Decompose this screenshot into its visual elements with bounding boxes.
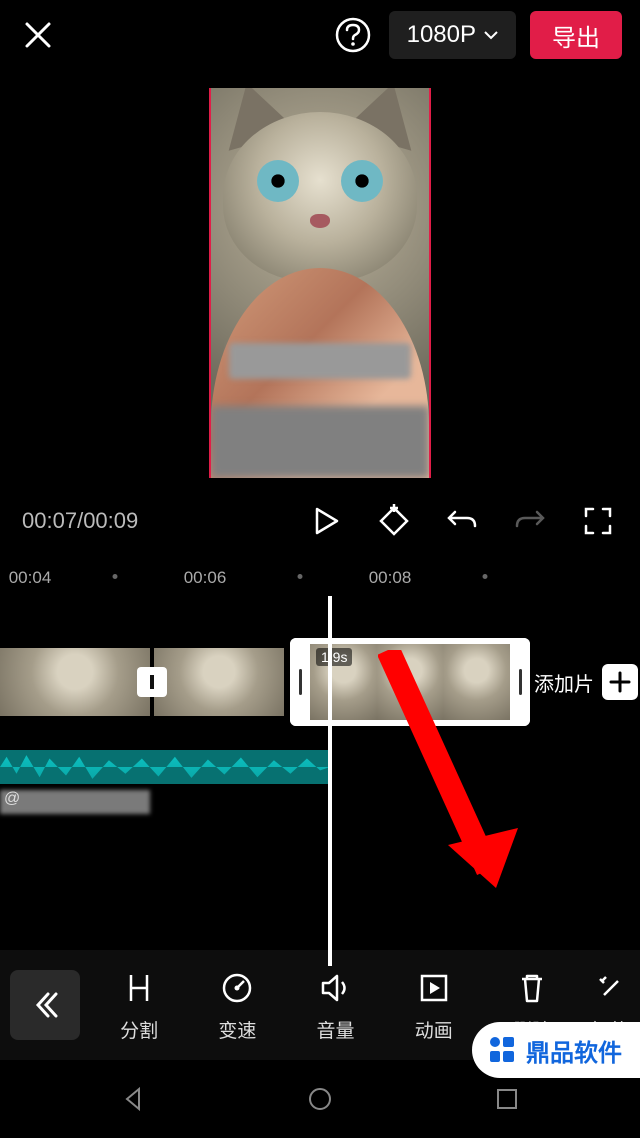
tool-animation[interactable]: 动画 (385, 968, 483, 1043)
keyframe-button[interactable] (374, 501, 414, 541)
volume-icon (316, 968, 356, 1008)
add-segment-label: 添加片 (534, 668, 594, 697)
playhead[interactable] (328, 596, 332, 966)
smart-icon (591, 968, 631, 1008)
trim-handle-left[interactable] (290, 638, 310, 726)
close-button[interactable] (18, 15, 58, 55)
fullscreen-button[interactable] (578, 501, 618, 541)
tool-split[interactable]: 分割 (90, 968, 188, 1043)
video-clip[interactable] (0, 648, 150, 716)
audio-credit: @ (4, 790, 20, 808)
speed-icon (217, 968, 257, 1008)
selected-clip[interactable]: 1.9s (290, 638, 530, 726)
watermark-badge: 鼎品软件 (472, 1022, 640, 1078)
split-icon (119, 968, 159, 1008)
toolbar-back-button[interactable] (10, 970, 80, 1040)
delete-icon (512, 968, 552, 1008)
redo-button[interactable] (510, 501, 550, 541)
video-clip[interactable] (154, 648, 284, 716)
play-button[interactable] (306, 501, 346, 541)
export-button[interactable]: 导出 (530, 11, 622, 59)
nav-recent[interactable] (482, 1074, 532, 1124)
nav-home[interactable] (295, 1074, 345, 1124)
export-label: 导出 (552, 18, 600, 53)
tool-speed[interactable]: 变速 (188, 968, 286, 1043)
clip-duration-badge: 1.9s (316, 648, 352, 666)
resolution-label: 1080P (407, 21, 476, 49)
undo-button[interactable] (442, 501, 482, 541)
time-display: 00:07/00:09 (22, 508, 138, 534)
preview-frame (209, 88, 431, 478)
help-button[interactable] (331, 13, 375, 57)
tool-volume[interactable]: 音量 (286, 968, 384, 1043)
watermark-text: 鼎品软件 (526, 1033, 622, 1068)
video-preview[interactable] (0, 70, 640, 478)
time-ruler[interactable]: 00:04 00:06 00:08 (0, 560, 640, 600)
transition-button[interactable] (137, 667, 167, 697)
watermark-icon (486, 1034, 518, 1066)
timeline[interactable]: 1.9s 添加片 @ (0, 620, 640, 820)
animation-icon (414, 968, 454, 1008)
add-segment-button[interactable] (602, 664, 638, 700)
nav-back[interactable] (108, 1074, 158, 1124)
trim-handle-right[interactable] (510, 638, 530, 726)
resolution-selector[interactable]: 1080P (389, 11, 516, 59)
